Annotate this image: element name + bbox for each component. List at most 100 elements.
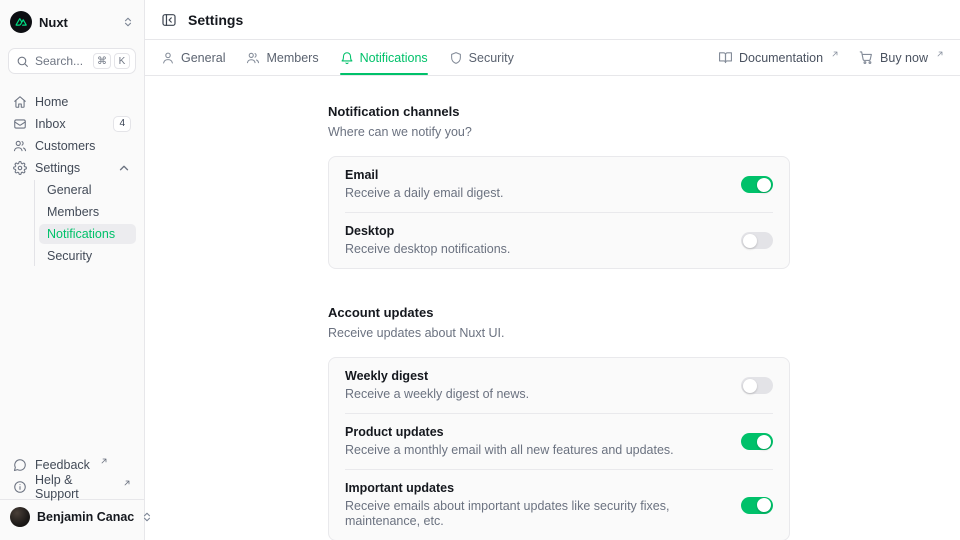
avatar — [10, 507, 30, 527]
inbox-count-badge: 4 — [113, 116, 131, 132]
setting-row-desktop: Desktop Receive desktop notifications. — [345, 212, 773, 268]
sidebar-item-general[interactable]: General — [39, 180, 136, 200]
bell-icon — [340, 51, 354, 65]
search-icon — [16, 55, 29, 68]
desktop-toggle[interactable] — [741, 232, 773, 249]
tab-general[interactable]: General — [161, 40, 225, 75]
user-menu[interactable]: Benjamin Canac — [0, 499, 144, 534]
tab-security[interactable]: Security — [449, 40, 514, 75]
collapse-sidebar-button[interactable] — [161, 12, 177, 28]
sidebar-item-home[interactable]: Home — [8, 92, 136, 112]
search-placeholder: Search... — [35, 54, 83, 68]
page-header: Settings — [145, 0, 960, 40]
sidebar-item-help-support[interactable]: Help & Support — [8, 477, 136, 497]
home-icon — [13, 95, 27, 109]
sidebar-item-label: Feedback — [35, 458, 90, 472]
toggle-knob — [757, 178, 771, 192]
account-updates-section: Account updates Receive updates about Nu… — [328, 305, 790, 540]
chat-bubble-icon — [13, 458, 27, 472]
setting-row-product-updates: Product updates Receive a monthly email … — [345, 413, 773, 469]
user-icon — [161, 51, 175, 65]
sidebar-item-inbox[interactable]: Inbox 4 — [8, 114, 136, 134]
tab-notifications[interactable]: Notifications — [340, 40, 428, 75]
external-link-icon — [831, 50, 839, 58]
sidebar-nav: Home Inbox 4 Customers Settings General … — [8, 92, 136, 268]
external-link-icon — [936, 50, 944, 58]
notification-channels-section: Notification channels Where can we notif… — [328, 104, 790, 269]
setting-label: Important updates — [345, 481, 725, 496]
tab-label: General — [181, 51, 225, 65]
setting-row-important-updates: Important updates Receive emails about i… — [345, 469, 773, 540]
action-label: Buy now — [880, 51, 928, 65]
sidebar-item-label: General — [47, 183, 91, 197]
search-input[interactable]: Search... ⌘ K — [8, 48, 136, 74]
toolbar: General Members Notifications Security D… — [145, 40, 960, 76]
sidebar-item-label: Inbox — [35, 117, 66, 131]
panel-left-close-icon — [161, 12, 177, 28]
toggle-knob — [757, 435, 771, 449]
tab-members[interactable]: Members — [246, 40, 318, 75]
user-name: Benjamin Canac — [37, 510, 134, 524]
product-updates-toggle[interactable] — [741, 433, 773, 450]
tab-label: Notifications — [360, 51, 428, 65]
setting-description: Receive emails about important updates l… — [345, 499, 725, 529]
tab-label: Security — [469, 51, 514, 65]
search-shortcut: ⌘ K — [93, 53, 130, 69]
toggle-knob — [743, 234, 757, 248]
sidebar-item-label: Customers — [35, 139, 95, 153]
inbox-icon — [13, 117, 27, 131]
important-updates-toggle[interactable] — [741, 497, 773, 514]
section-title: Notification channels — [328, 104, 790, 120]
settings-subnav: General Members Notifications Security — [34, 180, 136, 266]
workspace-switcher[interactable]: Nuxt — [8, 10, 136, 34]
setting-label: Product updates — [345, 425, 674, 440]
setting-description: Receive desktop notifications. — [345, 242, 510, 257]
sidebar-item-label: Members — [47, 205, 99, 219]
external-link-icon — [123, 479, 131, 487]
section-subtitle: Receive updates about Nuxt UI. — [328, 325, 790, 341]
page-title: Settings — [188, 12, 243, 28]
shopping-cart-icon — [859, 50, 874, 65]
shield-icon — [449, 51, 463, 65]
chevron-updown-icon — [122, 16, 134, 28]
sidebar-item-security[interactable]: Security — [39, 246, 136, 266]
sidebar-item-settings[interactable]: Settings — [8, 158, 136, 178]
settings-content: Notification channels Where can we notif… — [145, 76, 960, 540]
sidebar-item-members[interactable]: Members — [39, 202, 136, 222]
email-toggle[interactable] — [741, 176, 773, 193]
sidebar: Nuxt Search... ⌘ K Home Inbox 4 Customer… — [0, 0, 145, 540]
documentation-link[interactable]: Documentation — [718, 50, 839, 65]
workspace-name: Nuxt — [39, 15, 68, 30]
book-open-icon — [718, 50, 733, 65]
tab-label: Members — [266, 51, 318, 65]
sidebar-item-label: Notifications — [47, 227, 115, 241]
info-circle-icon — [13, 480, 27, 494]
sidebar-item-notifications[interactable]: Notifications — [39, 224, 136, 244]
toolbar-actions: Documentation Buy now — [718, 50, 944, 65]
weekly-digest-toggle[interactable] — [741, 377, 773, 394]
external-link-icon — [100, 457, 108, 465]
sidebar-item-feedback[interactable]: Feedback — [8, 455, 136, 475]
setting-row-email: Email Receive a daily email digest. — [345, 157, 773, 212]
setting-description: Receive a monthly email with all new fea… — [345, 443, 674, 458]
nuxt-logo-icon — [10, 11, 32, 33]
account-updates-card: Weekly digest Receive a weekly digest of… — [328, 357, 790, 540]
chevron-up-icon — [117, 161, 131, 175]
section-title: Account updates — [328, 305, 790, 321]
notification-channels-card: Email Receive a daily email digest. Desk… — [328, 156, 790, 269]
toggle-knob — [757, 498, 771, 512]
sidebar-item-customers[interactable]: Customers — [8, 136, 136, 156]
action-label: Documentation — [739, 51, 823, 65]
toggle-knob — [743, 379, 757, 393]
tab-bar: General Members Notifications Security — [161, 40, 514, 75]
setting-label: Email — [345, 168, 503, 183]
setting-label: Desktop — [345, 224, 510, 239]
buy-now-link[interactable]: Buy now — [859, 50, 944, 65]
sidebar-item-label: Settings — [35, 161, 80, 175]
sidebar-item-label: Home — [35, 95, 68, 109]
sidebar-item-label: Security — [47, 249, 92, 263]
gear-icon — [13, 161, 27, 175]
sidebar-footer: Feedback Help & Support Benjamin Canac — [8, 455, 136, 540]
setting-description: Receive a daily email digest. — [345, 186, 503, 201]
setting-label: Weekly digest — [345, 369, 529, 384]
